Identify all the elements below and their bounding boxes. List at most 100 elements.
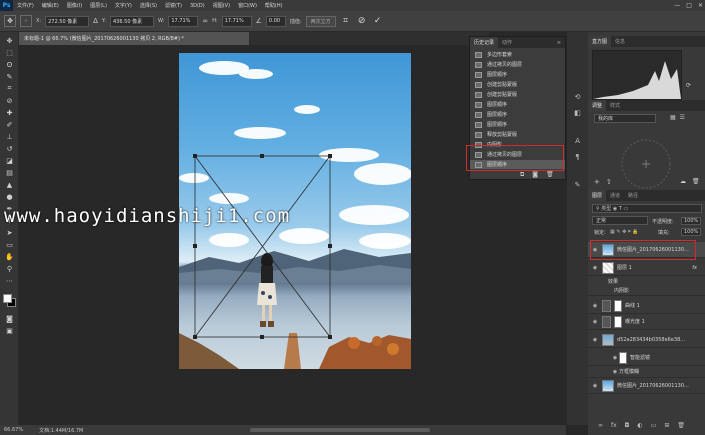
maximize-button[interactable]: □ <box>686 2 692 9</box>
eraser-tool-icon[interactable]: ◪ <box>4 156 15 165</box>
history-item[interactable]: 释放剪贴蒙版 <box>470 130 565 139</box>
x-field[interactable]: 272.50 像素 <box>45 15 90 27</box>
color-wheel[interactable] <box>618 136 674 192</box>
menu-filter[interactable]: 滤镜(T) <box>161 2 186 9</box>
panel-menu-icon[interactable]: ≡ <box>553 37 565 48</box>
menu-file[interactable]: 文件(F) <box>13 2 38 9</box>
adjustment-layer-icon[interactable]: ◐ <box>637 422 642 429</box>
tab-histogram[interactable]: 直方图 <box>588 36 612 47</box>
hand-tool-icon[interactable]: ✋ <box>4 252 15 261</box>
filter-row[interactable]: ◉ 方框模糊 <box>588 366 705 378</box>
opacity-input[interactable]: 100% <box>681 217 702 225</box>
trash-icon[interactable]: 🗑 <box>692 178 700 185</box>
layer-row[interactable]: ◉ d52a283434b0358e6e38... <box>588 332 705 348</box>
brush-panel-icon[interactable]: ✎ <box>572 180 583 189</box>
screen-mode-icon[interactable]: ▣ <box>4 326 15 335</box>
library-select[interactable]: 我的库 <box>594 114 656 123</box>
close-button[interactable]: ✕ <box>698 2 703 9</box>
filter-mask-thumbnail[interactable] <box>619 351 627 364</box>
minimize-button[interactable]: — <box>674 2 680 9</box>
delete-layer-icon[interactable]: 🗑 <box>677 422 685 429</box>
gradient-tool-icon[interactable]: ▤ <box>4 168 15 177</box>
layer-row[interactable]: ◉ 微信图片_20170626001130... <box>588 378 705 394</box>
history-item[interactable]: 通过拷贝的图层 <box>470 60 565 69</box>
horizontal-scrollbar[interactable] <box>250 428 430 432</box>
tab-adjust[interactable]: 调整 <box>588 100 607 111</box>
tab-channels[interactable]: 通道 <box>606 190 624 201</box>
healing-tool-icon[interactable]: ✚ <box>4 108 15 117</box>
dodge-tool-icon[interactable]: ● <box>4 192 15 201</box>
w-field[interactable]: 17.71% <box>168 15 199 27</box>
blur-tool-icon[interactable]: ▲ <box>4 180 15 189</box>
tab-info[interactable]: 信息 <box>611 36 629 47</box>
link-icon[interactable]: ∞ <box>202 17 208 25</box>
stamp-tool-icon[interactable]: ⊥ <box>4 132 15 141</box>
snapshot-icon[interactable]: ⧉ <box>520 171 524 179</box>
menu-3d[interactable]: 3D(D) <box>186 3 209 9</box>
blend-mode-select[interactable]: 正常 <box>592 216 648 225</box>
menu-layer[interactable]: 图层(L) <box>86 2 111 9</box>
eyedropper-tool-icon[interactable]: ⊘ <box>4 96 15 105</box>
visibility-eye-icon[interactable]: ◉ <box>591 303 599 309</box>
history-item[interactable]: 创建剪贴蒙版 <box>470 90 565 99</box>
paragraph-panel-icon[interactable]: ¶ <box>572 152 583 161</box>
fill-input[interactable]: 100% <box>681 228 702 236</box>
layer-mask-thumbnail[interactable] <box>614 299 622 312</box>
visibility-eye-icon[interactable]: ◉ <box>591 337 599 343</box>
history-item[interactable]: 创建剪贴蒙版 <box>470 80 565 89</box>
more-tools-icon[interactable]: ⋯ <box>4 276 15 285</box>
menu-select[interactable]: 选择(S) <box>136 2 161 9</box>
zoom-level[interactable]: 66.67% <box>4 427 23 433</box>
filter-row[interactable]: ◉ 智能滤镜 <box>588 350 705 366</box>
foreground-color-swatch[interactable] <box>3 294 12 303</box>
zoom-tool-icon[interactable]: ⚲ <box>4 264 15 273</box>
link-layers-icon[interactable]: ∞ <box>598 422 603 429</box>
cancel-transform-icon[interactable]: ⊘ <box>356 15 368 27</box>
new-layer-icon[interactable]: ⊞ <box>664 422 669 429</box>
grid-view-icon[interactable]: ▦ <box>670 114 676 121</box>
history-item[interactable]: 多边形套索 <box>470 50 565 59</box>
list-view-icon[interactable]: ☰ <box>680 114 685 121</box>
layer-filter-bar[interactable]: ⚲ 类型 ◉ T ▭ <box>592 204 702 213</box>
visibility-eye-icon[interactable]: ◉ <box>591 265 599 271</box>
visibility-eye-icon[interactable]: ◉ <box>591 319 599 325</box>
warp-mode-button[interactable]: 两次立方 <box>305 15 336 27</box>
menu-help[interactable]: 帮助(H) <box>261 2 287 9</box>
reference-point-icon[interactable]: ⁘ <box>20 15 32 27</box>
quick-mask-icon[interactable]: ◙ <box>4 314 15 323</box>
add-icon[interactable]: + <box>594 178 600 186</box>
add-mask-icon[interactable]: ◘ <box>625 422 630 429</box>
lock-icons[interactable]: ▦ ✎ ✥ ⌗ 🔒 <box>610 229 639 235</box>
fx-badge[interactable]: fx <box>692 265 697 271</box>
h-field[interactable]: 17.71% <box>221 15 252 27</box>
menu-window[interactable]: 窗口(W) <box>234 2 261 9</box>
layer-mask-thumbnail[interactable] <box>614 315 622 328</box>
history-brush-tool-icon[interactable]: ↺ <box>4 144 15 153</box>
menu-type[interactable]: 文字(Y) <box>111 2 136 9</box>
visibility-eye-icon[interactable]: ◉ <box>591 383 599 389</box>
quick-select-tool-icon[interactable]: ✎ <box>4 72 15 81</box>
tab-layers[interactable]: 图层 <box>588 190 607 201</box>
history-panel-icon[interactable]: ⟲ <box>572 92 583 101</box>
history-item[interactable]: 图层顺序 <box>470 100 565 109</box>
warp-icon[interactable]: ⌗ <box>340 15 352 27</box>
cloud-icon[interactable]: ☁ <box>680 178 686 185</box>
filter-kind-icon[interactable]: ⚲ 类型 ◉ T ▭ <box>596 205 628 212</box>
visibility-eye-icon[interactable]: ◉ <box>611 355 619 361</box>
add-style-icon[interactable]: fx <box>611 422 617 429</box>
menu-image[interactable]: 图像(I) <box>63 2 86 9</box>
angle-field[interactable]: 0.00 <box>265 15 286 27</box>
effect-row[interactable]: 内阴影 <box>588 286 705 296</box>
properties-panel-icon[interactable]: ◧ <box>572 108 583 117</box>
trash-icon[interactable]: 🗑 <box>546 171 554 179</box>
tab-actions[interactable]: 动作 <box>498 37 516 48</box>
menu-view[interactable]: 视图(V) <box>209 2 234 9</box>
y-field[interactable]: 436.50 像素 <box>110 15 154 27</box>
layer-row[interactable]: ◉ 曲线 1 <box>588 298 705 314</box>
refresh-icon[interactable]: ⟳ <box>686 82 691 89</box>
document-tab[interactable]: 未标题-1 @ 66.7% (微信图片_20170626001130 拷贝 2,… <box>19 32 249 45</box>
group-icon[interactable]: ▭ <box>651 422 657 429</box>
delta-icon[interactable]: Δ <box>93 17 98 25</box>
history-item[interactable]: 图层顺序 <box>470 120 565 129</box>
transform-bounding-box[interactable] <box>193 153 333 339</box>
